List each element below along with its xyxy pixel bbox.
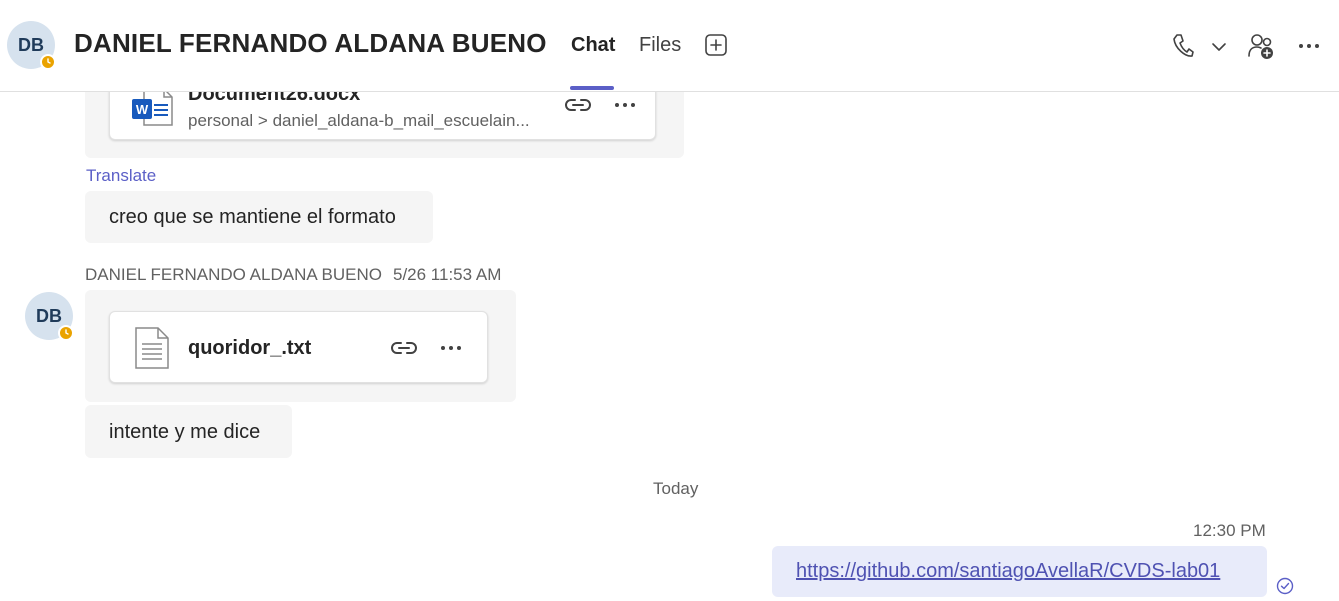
add-tab-icon[interactable] xyxy=(703,32,729,58)
chat-header: DB DANIEL FERNANDO ALDANA BUENO Chat Fil… xyxy=(0,0,1339,92)
message-sender: DANIEL FERNANDO ALDANA BUENO xyxy=(85,265,382,284)
tab-chat[interactable]: Chat xyxy=(571,34,615,57)
more-options-icon[interactable] xyxy=(1297,36,1321,56)
text-message-bubble: creo que se mantiene el formato xyxy=(85,191,433,243)
sender-initials: DB xyxy=(36,305,62,326)
avatar-initials: DB xyxy=(18,34,44,55)
chat-title: DANIEL FERNANDO ALDANA BUENO xyxy=(74,28,547,58)
file-card-txt[interactable]: quoridor_.txt xyxy=(109,311,488,383)
chat-avatar[interactable]: DB xyxy=(7,21,56,70)
my-message-timestamp: 12:30 PM xyxy=(1193,521,1266,540)
message-text: intente y me dice xyxy=(109,421,261,443)
active-tab-indicator xyxy=(570,86,614,90)
message-timestamp: 5/26 11:53 AM xyxy=(393,265,502,284)
add-people-icon[interactable] xyxy=(1246,31,1276,61)
chat-window: W Document26.docx personal > daniel_alda… xyxy=(0,0,1339,601)
away-status-icon xyxy=(58,325,74,341)
word-file-icon: W xyxy=(130,87,176,132)
date-divider: Today xyxy=(653,479,699,498)
phone-icon[interactable] xyxy=(1169,31,1197,61)
sender-avatar[interactable]: DB xyxy=(25,292,74,341)
text-file-icon xyxy=(134,326,170,375)
away-status-icon xyxy=(40,54,56,70)
tab-files[interactable]: Files xyxy=(639,34,681,57)
copy-link-icon[interactable] xyxy=(564,93,592,117)
file-more-options-icon[interactable] xyxy=(612,93,638,117)
copy-link-icon[interactable] xyxy=(390,336,418,360)
text-message-bubble: intente y me dice xyxy=(85,405,292,458)
svg-text:W: W xyxy=(136,102,149,117)
chevron-down-icon[interactable] xyxy=(1208,37,1230,57)
seen-check-icon xyxy=(1275,576,1295,596)
file-more-options-icon[interactable] xyxy=(438,336,464,360)
message-link[interactable]: https://github.com/santiagoAvellaR/CVDS-… xyxy=(796,560,1220,583)
file-name[interactable]: quoridor_.txt xyxy=(188,337,311,360)
my-message-bubble: https://github.com/santiagoAvellaR/CVDS-… xyxy=(772,546,1267,597)
translate-link[interactable]: Translate xyxy=(86,166,156,186)
file-path: personal > daniel_aldana-b_mail_escuelai… xyxy=(188,111,530,130)
message-text: creo que se mantiene el formato xyxy=(109,206,396,228)
